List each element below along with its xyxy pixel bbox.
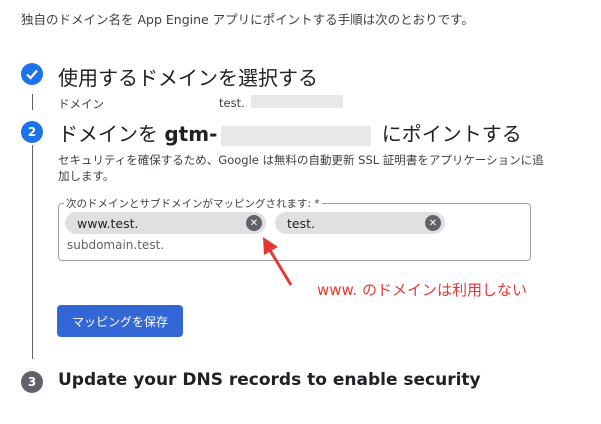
mapping-field-legend: 次のドメインとサブドメインがマッピングされます: *	[64, 196, 322, 211]
domain-chip-www[interactable]: www.test. ✕	[65, 212, 266, 234]
domain-value: test.	[219, 96, 245, 110]
chip-label: www.test.	[77, 215, 139, 231]
annotation-arrow	[263, 237, 293, 286]
remove-chip-icon[interactable]: ✕	[425, 215, 441, 231]
redacted-area	[221, 125, 372, 146]
subdomain-entry[interactable]: subdomain.test.	[67, 238, 164, 252]
step-2-title[interactable]: ドメインを gtm- にポイントする	[58, 118, 522, 147]
domain-chip-root[interactable]: test. ✕	[275, 212, 445, 234]
step-2-title-prefix: ドメインを	[58, 122, 165, 146]
step-3-number: 3	[21, 371, 43, 393]
step-1-title[interactable]: 使用するドメインを選択する	[58, 62, 318, 91]
redacted-area	[251, 95, 343, 108]
step-3-title[interactable]: Update your DNS records to enable securi…	[58, 370, 481, 390]
annotation-text: www. のドメインは利用しない	[317, 281, 527, 299]
step-connector	[32, 94, 33, 110]
remove-chip-icon[interactable]: ✕	[246, 215, 262, 231]
step-2-title-project: gtm-	[164, 122, 218, 146]
check-icon	[21, 63, 43, 85]
ssl-description: セキュリティを確保するため、Google は無料の自動更新 SSL 証明書をアプ…	[58, 153, 544, 183]
chip-label: test.	[287, 215, 315, 231]
step-2-number: 2	[21, 121, 43, 143]
domain-label: ドメイン	[58, 97, 104, 111]
intro-text: 独自のドメイン名を App Engine アプリにポイントする手順は次のとおりで…	[21, 12, 474, 27]
save-mapping-button[interactable]: マッピングを保存	[57, 305, 183, 337]
step-2-title-suffix: にポイントする	[375, 122, 522, 146]
step-connector	[32, 145, 33, 359]
